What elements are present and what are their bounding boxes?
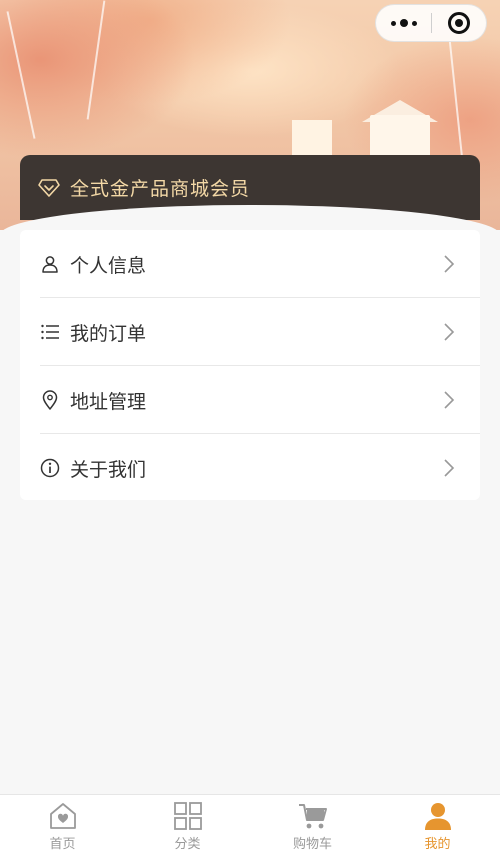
bottom-tab-bar: 首页 分类 购物车 我的 [0, 794, 500, 858]
tab-label: 我的 [424, 837, 451, 852]
target-close-icon[interactable] [432, 5, 486, 41]
menu-label: 地址管理 [70, 390, 147, 413]
member-label: 全式金产品商城会员 [70, 178, 251, 200]
tab-label: 首页 [49, 837, 76, 852]
tab-cart[interactable]: 购物车 [250, 795, 375, 858]
diamond-icon [38, 178, 60, 197]
home-heart-icon [49, 803, 76, 829]
grid-icon [173, 802, 202, 830]
tab-category[interactable]: 分类 [125, 795, 250, 858]
mini-program-capsule [375, 4, 487, 42]
menu-item-my-orders[interactable]: 我的订单 [20, 298, 480, 366]
content-background [0, 512, 500, 794]
menu-label: 个人信息 [70, 254, 147, 277]
banner-house [370, 115, 430, 160]
user-icon [424, 803, 451, 830]
location-pin-icon [42, 390, 58, 410]
chevron-right-icon [444, 323, 455, 341]
menu-label: 我的订单 [70, 322, 147, 345]
more-dots-icon[interactable] [376, 5, 431, 41]
person-icon [42, 256, 58, 273]
cart-icon [298, 804, 327, 829]
chevron-right-icon [444, 391, 455, 409]
header-banner: 全式金产品商城会员 [0, 0, 500, 230]
chevron-right-icon [444, 459, 455, 477]
tab-home[interactable]: 首页 [0, 795, 125, 858]
menu-item-personal-info[interactable]: 个人信息 [20, 230, 480, 298]
list-icon [41, 324, 59, 340]
menu-label: 关于我们 [70, 458, 147, 481]
info-icon [40, 458, 60, 478]
tab-mine[interactable]: 我的 [375, 795, 500, 858]
tab-label: 购物车 [292, 837, 332, 852]
tab-label: 分类 [174, 837, 201, 852]
menu-item-about-us[interactable]: 关于我们 [20, 434, 480, 502]
chevron-right-icon [444, 255, 455, 273]
menu-item-address[interactable]: 地址管理 [20, 366, 480, 434]
menu-card: 个人信息 我的订单 地址管理 关于我们 [20, 230, 480, 500]
